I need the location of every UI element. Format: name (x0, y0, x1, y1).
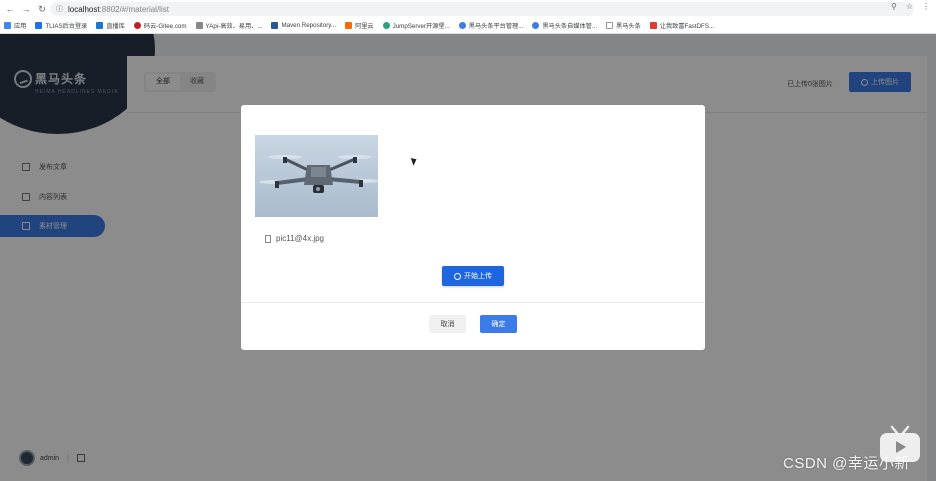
bookmark-favicon-icon (195, 22, 203, 29)
bookmark-item[interactable]: 让我致富FastDFS... (649, 21, 715, 30)
info-icon[interactable]: ⓘ (56, 4, 63, 14)
cancel-button[interactable]: 取消 (429, 315, 466, 333)
bookmark-favicon-icon (532, 22, 540, 29)
bilibili-tv-icon (880, 425, 920, 462)
bookmark-label: 黑马头条自媒体管... (542, 23, 598, 30)
bookmark-label: 码云-Gitee.com (143, 23, 187, 30)
start-upload-label: 开始上传 (464, 273, 492, 280)
url-text: localhost:8802/#/material/list (68, 4, 169, 14)
upload-dialog: pic11@4x.jpg 开始上传 取消 确定 (241, 105, 705, 350)
document-icon (265, 234, 271, 243)
bookmark-label: Maven Repository... (281, 22, 337, 29)
upload-circle-icon (454, 272, 461, 280)
bookmark-favicon-icon (458, 22, 466, 29)
file-name[interactable]: pic11@4x.jpg (276, 234, 324, 243)
bookmark-label: JumpServer开源堡... (392, 23, 450, 30)
divider (241, 302, 705, 303)
bookmark-item[interactable]: 黑马头条平台管理... (458, 21, 524, 30)
bookmark-favicon-icon (133, 22, 141, 29)
menu-dots-icon[interactable]: ⋮ (922, 0, 930, 14)
bookmark-favicon-icon (96, 22, 104, 29)
address-bar[interactable]: ⓘ localhost:8802/#/material/list (50, 2, 914, 16)
bookmark-item[interactable]: JumpServer开源堡... (382, 21, 450, 30)
bookmark-item[interactable]: 直播库 (96, 21, 125, 30)
bookmark-favicon-icon (35, 22, 43, 29)
back-arrow-icon[interactable]: ← (4, 3, 16, 15)
bookmark-item[interactable]: 阿里云 (345, 21, 374, 30)
bookmark-item[interactable]: TLIAS后台登录 (35, 21, 87, 30)
bookmark-favicon-icon (382, 22, 390, 29)
bookmark-label: 让我致富FastDFS... (659, 23, 715, 30)
star-icon[interactable]: ☆ (906, 0, 913, 14)
bookmark-label: YApi-高效、易用、... (205, 23, 263, 30)
bookmark-favicon-icon (271, 22, 279, 29)
bookmark-item[interactable]: 黑马头条自媒体管... (532, 21, 597, 30)
image-preview (255, 135, 378, 217)
browser-toolbar: ← → ↻ ⓘ localhost:8802/#/material/list ⚲… (0, 0, 936, 18)
bookmark-item[interactable]: Maven Repository... (271, 22, 336, 29)
bookmark-item[interactable]: YApi-高效、易用、... (195, 21, 263, 30)
bookmark-label: 黑马头条 (616, 23, 641, 30)
bookmark-item[interactable]: 黑马头条 (606, 21, 641, 30)
bookmark-label: 黑马头条平台管理... (468, 23, 524, 30)
page-icon (606, 22, 614, 29)
forward-arrow-icon[interactable]: → (20, 3, 32, 15)
bookmark-label: 应用 (14, 23, 27, 30)
bookmark-label: TLIAS后台登录 (45, 23, 88, 30)
bookmark-favicon-icon (649, 22, 657, 29)
bookmark-favicon-icon (345, 22, 353, 29)
start-upload-button[interactable]: 开始上传 (442, 266, 504, 286)
zoom-icon[interactable]: ⚲ (891, 0, 897, 14)
bookmark-apps[interactable]: 应用 (4, 21, 26, 30)
file-list-item: pic11@4x.jpg (265, 234, 324, 243)
bookmark-item[interactable]: 码云-Gitee.com (133, 21, 187, 30)
bookmark-label: 阿里云 (355, 23, 374, 30)
bookmarks-bar: 应用 TLIAS后台登录 直播库 码云-Gitee.com YApi-高效、易用… (0, 18, 936, 34)
apps-grid-icon (4, 22, 11, 29)
reload-icon[interactable]: ↻ (36, 3, 48, 15)
confirm-button[interactable]: 确定 (480, 315, 517, 333)
bookmark-label: 直播库 (106, 23, 125, 30)
drone-image (259, 155, 378, 193)
